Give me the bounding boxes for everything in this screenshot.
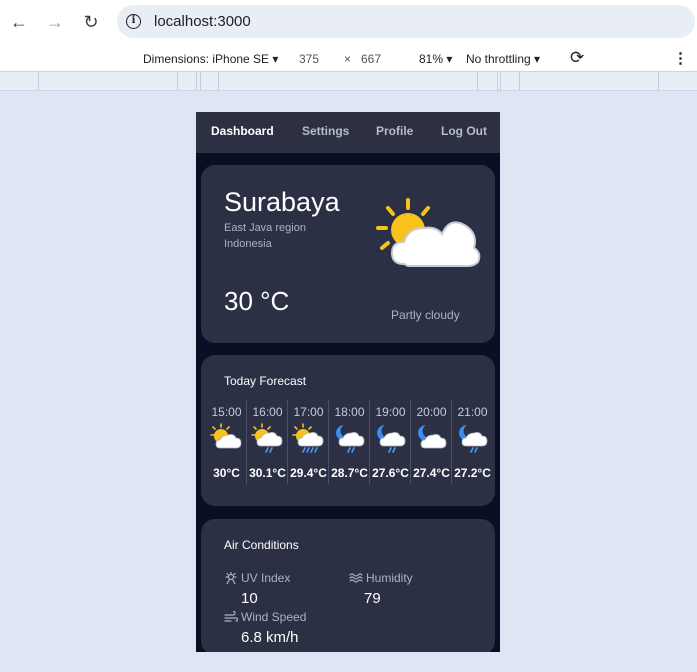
current-temperature: 30 °C [224,286,290,316]
hour-time: 19:00 [375,405,406,419]
hour-temperature: 28.7°C [331,466,368,480]
url-text[interactable]: localhost:3000 [154,13,251,30]
moon-cloud-icon [418,425,447,449]
humidity-icon [349,573,363,583]
times-label: × [344,52,352,66]
moon-cloud-rain-icon [459,425,488,453]
nav-settings[interactable]: Settings [302,124,349,138]
height-input[interactable]: 667 [361,52,381,66]
air-conditions-card: Air Conditions UV Index 10 Humidity 79 W… [201,519,495,652]
forward-icon[interactable]: → [43,10,67,34]
city-name: Surabaya [224,187,340,217]
humidity-label: Humidity [366,571,413,585]
zoom-select[interactable]: 81% ▾ [419,52,452,66]
sun-cloud-rain-icon [292,423,324,453]
wind-speed-value: 6.8 km/h [241,629,299,646]
uv-index-label: UV Index [241,571,291,585]
device-toolbar: Dimensions: iPhone SE ▾ 375 × 667 81% ▾ … [0,44,697,72]
moon-cloud-rain-icon [377,425,406,453]
hour-temperature: 27.4°C [413,466,450,480]
rotate-icon[interactable]: ⟳ [570,48,584,68]
hour-temperature: 27.2°C [454,466,491,480]
humidity-value: 79 [364,590,381,607]
hour-time: 15:00 [211,405,242,419]
weather-condition: Partly cloudy [391,308,460,322]
nav-profile[interactable]: Profile [376,124,413,138]
top-navigation: Dashboard Settings Profile Log Out [196,112,500,153]
air-conditions-title: Air Conditions [224,538,299,552]
country-name: Indonesia [224,238,272,250]
hour-time: 20:00 [416,405,447,419]
media-query-ruler [0,72,697,91]
forecast-hour: 19:00 27.6°C [370,400,411,484]
back-icon[interactable]: ← [7,10,31,34]
wind-speed-label: Wind Speed [241,610,307,624]
sun-cloud-rain-icon [251,423,283,453]
hour-temperature: 30.1°C [249,466,286,480]
wind-icon [224,611,238,622]
sun-cloud-icon [210,423,242,449]
today-forecast-card: Today Forecast 15:00 30°C 16:00 30.1°C 1… [201,355,495,506]
reload-icon[interactable]: ↻ [79,10,103,34]
device-select[interactable]: Dimensions: iPhone SE ▾ [143,52,278,66]
region-name: East Java region [224,222,306,234]
hour-time: 17:00 [293,405,324,419]
forecast-hours: 15:00 30°C 16:00 30.1°C 17:00 29.4°C 18:… [206,400,492,484]
hour-time: 18:00 [334,405,365,419]
forecast-hour: 20:00 27.4°C [411,400,452,484]
forecast-hour: 15:00 30°C [206,400,247,484]
forecast-hour: 17:00 29.4°C [288,400,329,484]
info-icon[interactable]: i [126,14,141,29]
uv-index-icon [225,572,237,584]
url-field[interactable]: i localhost:3000 [117,5,695,38]
partly-cloudy-icon [376,198,481,267]
forecast-hour: 18:00 28.7°C [329,400,370,484]
hour-time: 21:00 [457,405,488,419]
throttling-select[interactable]: No throttling ▾ [466,52,540,66]
browser-address-bar: ← → ↻ i localhost:3000 [0,0,697,44]
more-options-icon[interactable]: ⋮ [673,49,688,67]
current-weather-card: Surabaya East Java region Indonesia 30 °… [201,165,495,343]
hour-temperature: 29.4°C [290,466,327,480]
uv-index-value: 10 [241,590,258,607]
nav-dashboard[interactable]: Dashboard [211,124,274,138]
forecast-hour: 16:00 30.1°C [247,400,288,484]
hour-time: 16:00 [252,405,283,419]
width-input[interactable]: 375 [299,52,319,66]
forecast-title: Today Forecast [224,374,307,388]
moon-cloud-rain-icon [336,425,365,453]
forecast-hour: 21:00 27.2°C [452,400,493,484]
hour-temperature: 27.6°C [372,466,409,480]
device-viewport: Dashboard Settings Profile Log Out Surab… [196,112,500,652]
hour-temperature: 30°C [213,466,240,480]
nav-logout[interactable]: Log Out [441,124,487,138]
